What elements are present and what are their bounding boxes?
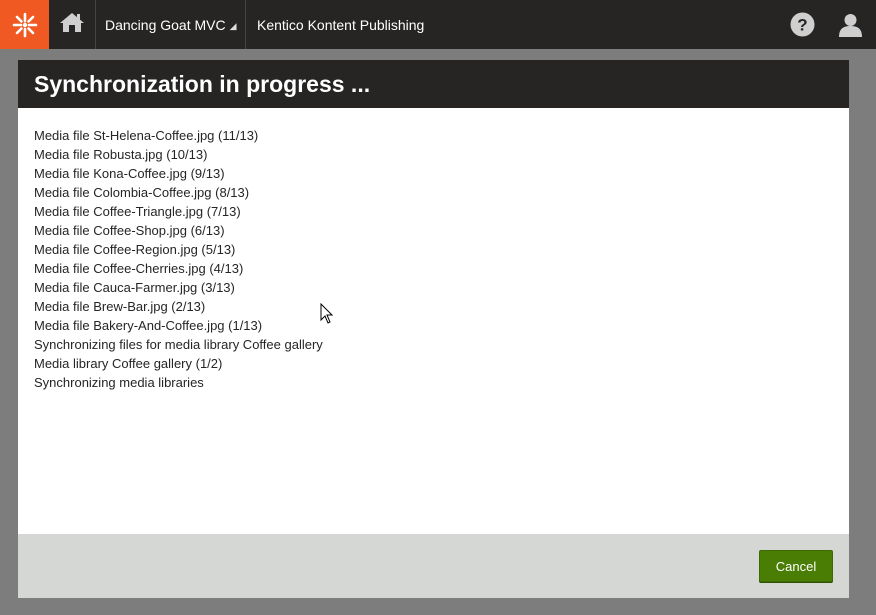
dialog-title: Synchronization in progress ... xyxy=(34,70,371,97)
mouse-cursor-icon xyxy=(320,302,334,330)
log-line: Synchronizing files for media library Co… xyxy=(34,337,323,352)
log-line: Media file Coffee-Region.jpg (5/13) xyxy=(34,242,236,257)
cancel-button[interactable]: Cancel xyxy=(759,550,833,582)
top-navigation-bar: Dancing Goat MVC ◢ Kentico Kontent Publi… xyxy=(0,0,876,49)
log-line: Media file Brew-Bar.jpg (2/13) xyxy=(34,299,206,314)
log-line: Media library Coffee gallery (1/2) xyxy=(34,356,223,371)
svg-text:?: ? xyxy=(797,16,807,35)
log-line: Media file Bakery-And-Coffee.jpg (1/13) xyxy=(34,318,263,333)
log-line: Media file Coffee-Cherries.jpg (4/13) xyxy=(34,261,244,276)
site-selector[interactable]: Dancing Goat MVC ◢ xyxy=(96,0,246,49)
synchronization-dialog: Synchronization in progress ... Media fi… xyxy=(18,60,849,598)
log-line: Media file Robusta.jpg (10/13) xyxy=(34,147,208,162)
dialog-footer: Cancel xyxy=(18,534,849,598)
kentico-logo-icon[interactable] xyxy=(0,0,49,49)
log-line: Media file Coffee-Shop.jpg (6/13) xyxy=(34,223,225,238)
dialog-header: Synchronization in progress ... xyxy=(18,60,849,108)
log-line: Media file Cauca-Farmer.jpg (3/13) xyxy=(34,280,235,295)
log-line: Media file Kona-Coffee.jpg (9/13) xyxy=(34,166,225,181)
home-icon xyxy=(59,11,85,38)
home-button[interactable] xyxy=(49,0,96,49)
application-name[interactable]: Kentico Kontent Publishing xyxy=(247,0,424,49)
log-line: Media file St-Helena-Coffee.jpg (11/13) xyxy=(34,128,259,143)
sync-log: Media file St-Helena-Coffee.jpg (11/13) … xyxy=(34,126,834,392)
site-name: Dancing Goat MVC xyxy=(105,16,226,33)
log-line: Media file Coffee-Triangle.jpg (7/13) xyxy=(34,204,241,219)
log-line: Media file Colombia-Coffee.jpg (8/13) xyxy=(34,185,250,200)
user-icon[interactable] xyxy=(838,12,863,37)
help-icon[interactable]: ? xyxy=(790,12,815,37)
chevron-down-icon: ◢ xyxy=(229,21,237,31)
log-line: Synchronizing media libraries xyxy=(34,375,204,390)
